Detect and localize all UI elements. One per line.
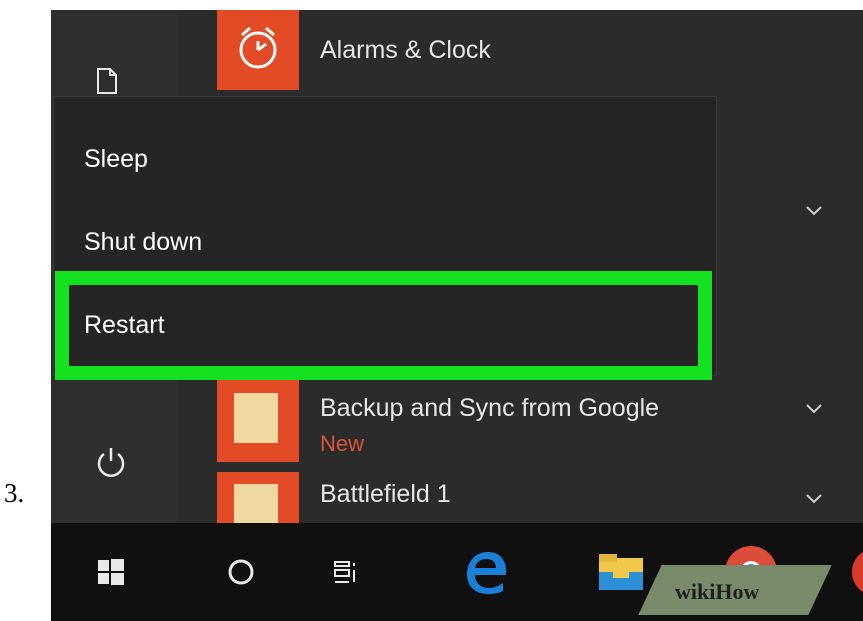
power-icon[interactable] bbox=[95, 445, 127, 484]
menu-item-shut-down[interactable]: Shut down bbox=[84, 228, 202, 257]
app-name: Battlefield 1 bbox=[320, 480, 451, 508]
chevron-down-icon[interactable] bbox=[806, 200, 863, 221]
step-number: 3. bbox=[4, 478, 25, 508]
cortana-search-icon[interactable] bbox=[211, 523, 271, 621]
windows-start-icon[interactable] bbox=[81, 523, 141, 621]
chevron-down-icon[interactable] bbox=[806, 398, 863, 419]
edge-browser-icon[interactable] bbox=[451, 523, 521, 621]
new-badge: New bbox=[320, 431, 365, 456]
partial-red-icon bbox=[841, 523, 863, 621]
chevron-down-icon[interactable] bbox=[806, 488, 863, 509]
app-item-alarms[interactable]: Alarms & Clock bbox=[217, 10, 857, 96]
app-name: Backup and Sync from Google bbox=[320, 394, 660, 422]
app-name: Alarms & Clock bbox=[320, 36, 491, 64]
restart-highlight-box bbox=[55, 271, 712, 380]
wikihow-watermark: wikiHow bbox=[675, 579, 760, 604]
app-item-backup-and-sync[interactable]: Backup and Sync from Google New bbox=[217, 376, 857, 462]
menu-item-sleep[interactable]: Sleep bbox=[84, 145, 148, 174]
task-view-icon[interactable] bbox=[316, 523, 376, 621]
start-menu-screen: Alarms & Clock Backup and Sync from Goog… bbox=[51, 10, 863, 621]
